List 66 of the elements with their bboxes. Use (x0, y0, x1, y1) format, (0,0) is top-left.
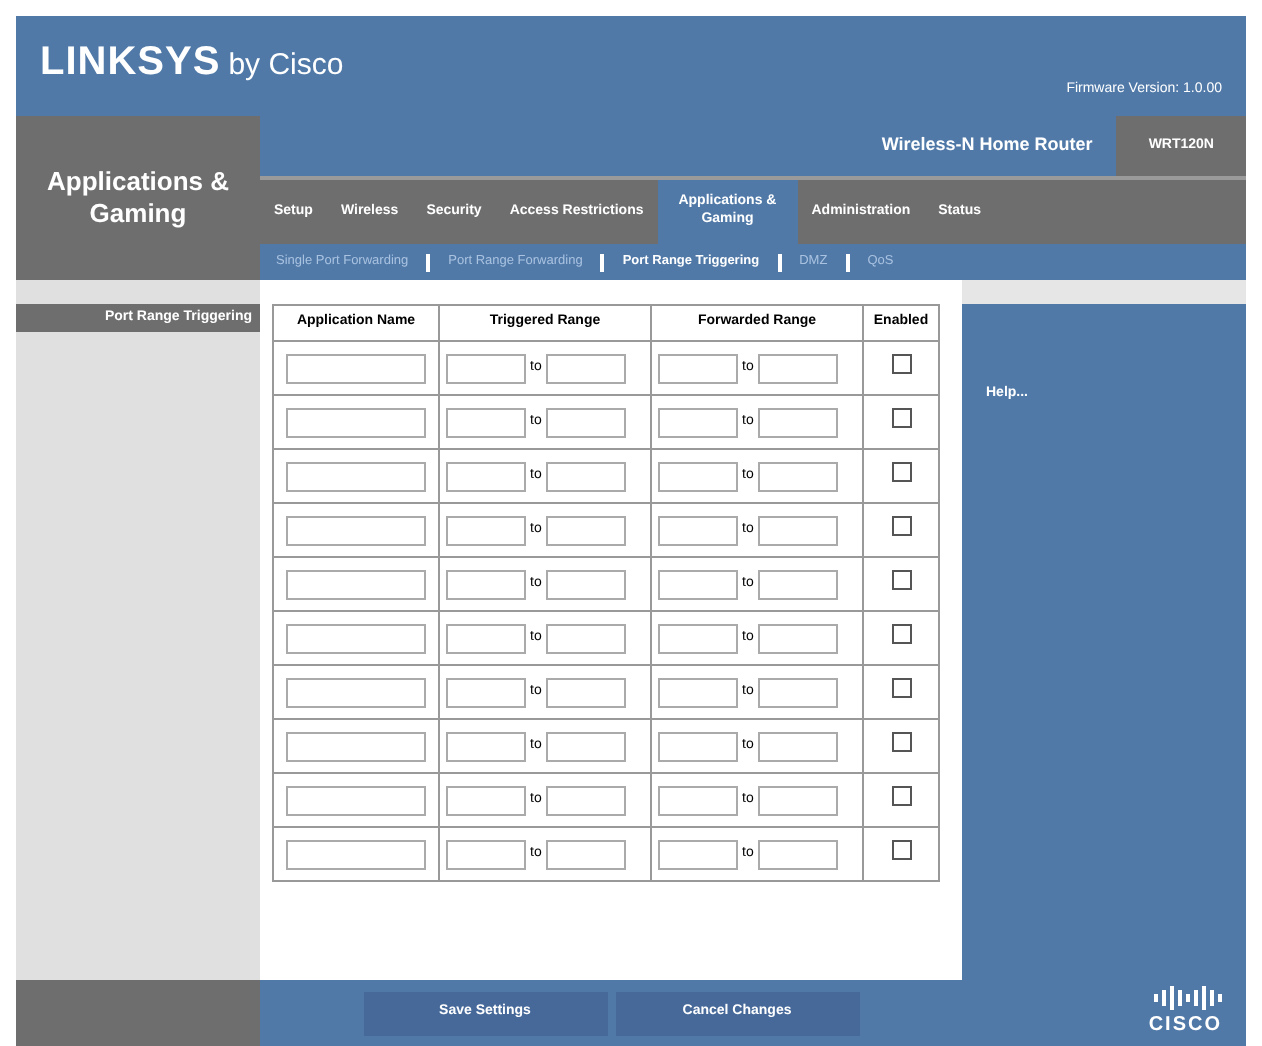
product-name: Wireless-N Home Router (881, 132, 1093, 159)
end-port-field[interactable] (545, 785, 626, 815)
cisco-logo-text: CISCO (1148, 1012, 1222, 1040)
enabled-checkbox[interactable] (891, 731, 911, 752)
end-port-field[interactable] (757, 785, 838, 815)
cisco-bars-icon (1154, 986, 1222, 1010)
start-port-field[interactable] (658, 569, 738, 599)
application-name-field[interactable] (286, 785, 426, 815)
start-port-field[interactable] (446, 623, 526, 653)
start-port-field[interactable] (446, 407, 526, 437)
start-port-field[interactable] (446, 785, 526, 815)
start-port-field[interactable] (658, 731, 738, 761)
application-name-field[interactable] (286, 839, 426, 869)
end-port-field[interactable] (757, 731, 838, 761)
end-port-field[interactable] (545, 677, 626, 707)
end-port-field[interactable] (545, 461, 626, 491)
enabled-checkbox[interactable] (891, 461, 911, 482)
start-port-field[interactable] (446, 569, 526, 599)
start-port-field[interactable] (658, 353, 738, 383)
end-port-field[interactable] (545, 569, 626, 599)
start-port-field[interactable] (658, 623, 738, 653)
start-port-field[interactable] (658, 407, 738, 437)
start-port-field[interactable] (658, 839, 738, 869)
section-title: Applications & Gaming (44, 165, 231, 231)
application-name-field[interactable] (286, 623, 426, 653)
enabled-checkbox[interactable] (891, 785, 911, 806)
start-port-field[interactable] (446, 677, 526, 707)
start-port-field[interactable] (446, 731, 526, 761)
start-port-field[interactable] (658, 677, 738, 707)
start-port-field[interactable] (658, 785, 738, 815)
end-port-field[interactable] (757, 569, 838, 599)
application-name-field[interactable] (286, 515, 426, 545)
enabled-checkbox[interactable] (891, 515, 911, 536)
application-name-field[interactable] (286, 407, 426, 437)
enabled-checkbox[interactable] (891, 677, 911, 698)
end-port-field[interactable] (757, 353, 838, 383)
application-name-field[interactable] (286, 731, 426, 761)
application-name-field[interactable] (286, 677, 426, 707)
end-port-field[interactable] (757, 839, 838, 869)
end-port-field[interactable] (545, 839, 626, 869)
start-port-field[interactable] (446, 839, 526, 869)
end-port-field[interactable] (545, 353, 626, 383)
enabled-checkbox[interactable] (891, 407, 911, 428)
end-port-field[interactable] (757, 407, 838, 437)
end-port-field[interactable] (757, 677, 838, 707)
end-port-field[interactable] (545, 407, 626, 437)
enabled-checkbox[interactable] (891, 623, 911, 644)
end-port-field[interactable] (757, 623, 838, 653)
end-port-field[interactable] (545, 515, 626, 545)
start-port-field[interactable] (446, 461, 526, 491)
application-name-field[interactable] (286, 461, 426, 491)
start-port-field[interactable] (658, 461, 738, 491)
start-port-field[interactable] (446, 353, 526, 383)
start-port-field[interactable] (446, 515, 526, 545)
end-port-field[interactable] (545, 731, 626, 761)
start-port-field[interactable] (658, 515, 738, 545)
end-port-field[interactable] (757, 461, 838, 491)
brand-logo: LINKSYS (40, 38, 221, 88)
application-name-field[interactable] (286, 569, 426, 599)
end-port-field[interactable] (757, 515, 838, 545)
enabled-checkbox[interactable] (891, 353, 911, 374)
end-port-field[interactable] (545, 623, 626, 653)
enabled-checkbox[interactable] (891, 839, 911, 860)
application-name-field[interactable] (286, 353, 426, 383)
enabled-checkbox[interactable] (891, 569, 911, 590)
brand-suffix: by Cisco (228, 46, 344, 86)
